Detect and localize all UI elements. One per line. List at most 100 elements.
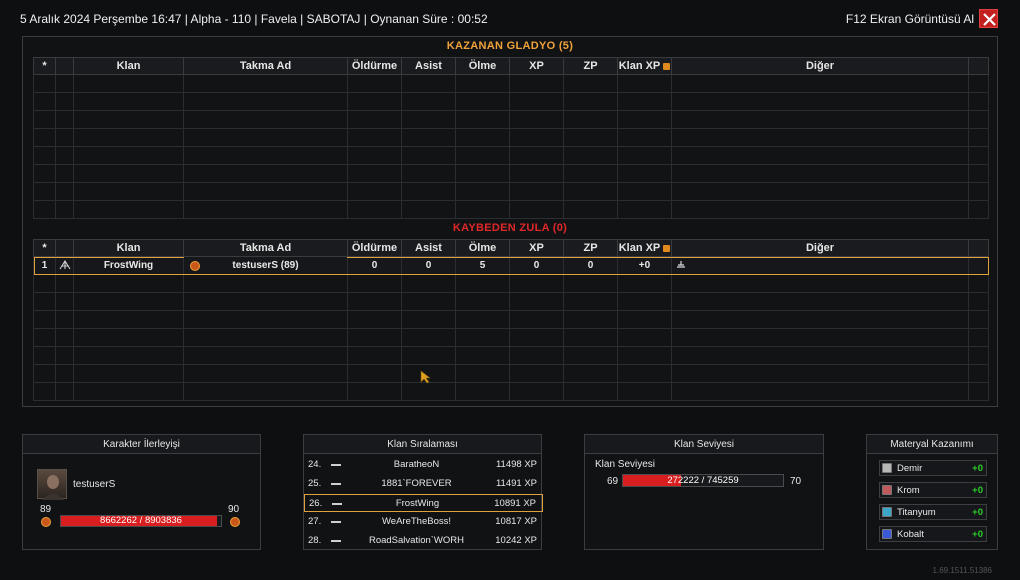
- empty-cell: [671, 92, 969, 111]
- material-value: +0: [972, 529, 983, 540]
- empty-cell: [509, 128, 564, 147]
- winning-team-table: * Klan Takma Ad Öldürme Asist Ölme XP ZP…: [33, 57, 989, 219]
- empty-cell: [183, 200, 348, 219]
- clan-ranking-row[interactable]: 25. 1881`FOREVER 11491 XP: [304, 475, 543, 493]
- col-assists[interactable]: Asist: [401, 57, 456, 75]
- empty-cell: [347, 74, 402, 93]
- empty-cell: [455, 274, 510, 293]
- close-button[interactable]: [979, 9, 998, 28]
- empty-cell: [33, 146, 56, 165]
- empty-cell: [347, 328, 402, 347]
- clan-ranking-row[interactable]: 26. FrostWing 10891 XP: [304, 494, 543, 512]
- empty-cell: [55, 164, 74, 183]
- col-nickname[interactable]: Takma Ad: [183, 57, 348, 75]
- col-clan[interactable]: Klan: [73, 239, 184, 257]
- empty-cell: [183, 382, 348, 401]
- empty-cell: [563, 328, 618, 347]
- empty-cell: [401, 310, 456, 329]
- material-name: Demir: [897, 463, 923, 474]
- clan-ranking-row[interactable]: 27. WeAreTheBoss! 10817 XP: [304, 513, 543, 531]
- col-xp[interactable]: XP: [509, 57, 564, 75]
- empty-cell: [73, 92, 184, 111]
- row-index: 1: [33, 256, 56, 275]
- empty-cell: [55, 128, 74, 147]
- empty-cell: [455, 164, 510, 183]
- row-nickname-cell[interactable]: testuserS (89): [183, 256, 348, 275]
- empty-cell: [617, 164, 672, 183]
- empty-cell: [968, 292, 989, 311]
- col-clan-xp[interactable]: Klan XP: [617, 57, 672, 75]
- empty-cell: [73, 146, 184, 165]
- empty-cell: [509, 74, 564, 93]
- empty-cell: [617, 74, 672, 93]
- empty-cell: [347, 274, 402, 293]
- empty-cell: [73, 364, 184, 383]
- empty-cell: [33, 346, 56, 365]
- empty-row: [33, 128, 989, 147]
- empty-cell: [347, 292, 402, 311]
- clan-rank-name: RoadSalvation`WORH: [368, 535, 465, 546]
- material-swatch-icon: [882, 529, 892, 539]
- empty-cell: [671, 328, 969, 347]
- row-assists: 0: [401, 256, 456, 275]
- empty-cell: [55, 328, 74, 347]
- clan-ranking-row[interactable]: 24. BaratheoN 11498 XP: [304, 456, 543, 474]
- empty-cell: [73, 292, 184, 311]
- player-row[interactable]: 1 FrostWing testuserS (89) 0 0 5 0 0 +0: [33, 256, 989, 275]
- col-extra: [968, 239, 989, 257]
- empty-cell: [401, 128, 456, 147]
- row-zp: 0: [563, 256, 618, 275]
- col-zp[interactable]: ZP: [563, 57, 618, 75]
- col-clan-xp-label: Klan XP: [618, 60, 661, 72]
- empty-cell: [671, 274, 969, 293]
- empty-cell: [55, 292, 74, 311]
- empty-cell: [509, 346, 564, 365]
- col-kills[interactable]: Öldürme: [347, 57, 402, 75]
- col-nickname[interactable]: Takma Ad: [183, 239, 348, 257]
- rank-change-icon: [331, 540, 341, 542]
- col-other[interactable]: Diğer: [671, 57, 969, 75]
- empty-cell: [509, 182, 564, 201]
- empty-cell: [401, 164, 456, 183]
- row-clan[interactable]: FrostWing: [73, 256, 184, 275]
- material-swatch-icon: [882, 507, 892, 517]
- empty-cell: [33, 274, 56, 293]
- col-assists[interactable]: Asist: [401, 239, 456, 257]
- row-deaths: 5: [455, 256, 510, 275]
- col-kills[interactable]: Öldürme: [347, 239, 402, 257]
- empty-cell: [33, 328, 56, 347]
- col-deaths[interactable]: Ölme: [455, 239, 510, 257]
- material-value: +0: [972, 485, 983, 496]
- material-value: +0: [972, 463, 983, 474]
- empty-cell: [509, 310, 564, 329]
- col-index: *: [33, 239, 56, 257]
- clan-rank-position: 26.: [309, 498, 323, 509]
- empty-cell: [347, 346, 402, 365]
- top-bar: 5 Aralık 2024 Perşembe 16:47 | Alpha - 1…: [0, 0, 1020, 36]
- col-clan[interactable]: Klan: [73, 57, 184, 75]
- col-clan-xp[interactable]: Klan XP: [617, 239, 672, 257]
- col-zp[interactable]: ZP: [563, 239, 618, 257]
- col-deaths[interactable]: Ölme: [455, 57, 510, 75]
- empty-cell: [563, 274, 618, 293]
- empty-cell: [183, 310, 348, 329]
- empty-cell: [509, 292, 564, 311]
- empty-row: [33, 292, 989, 311]
- clan-level-card: Klan Seviyesi Klan Seviyesi 69 70 272222…: [584, 434, 824, 550]
- clan-rank-name: FrostWing: [395, 498, 440, 509]
- empty-cell: [55, 346, 74, 365]
- col-xp[interactable]: XP: [509, 239, 564, 257]
- empty-row: [33, 74, 989, 93]
- col-other[interactable]: Diğer: [671, 239, 969, 257]
- empty-cell: [509, 328, 564, 347]
- empty-cell: [401, 182, 456, 201]
- empty-cell: [617, 328, 672, 347]
- material-swatch-icon: [882, 485, 892, 495]
- clan-ranking-row[interactable]: 28. RoadSalvation`WORH 10242 XP: [304, 532, 543, 550]
- empty-cell: [33, 182, 56, 201]
- empty-cell: [401, 346, 456, 365]
- empty-cell: [73, 182, 184, 201]
- empty-row: [33, 364, 989, 383]
- empty-cell: [33, 74, 56, 93]
- clan-rank-xp: 11491 XP: [495, 478, 537, 489]
